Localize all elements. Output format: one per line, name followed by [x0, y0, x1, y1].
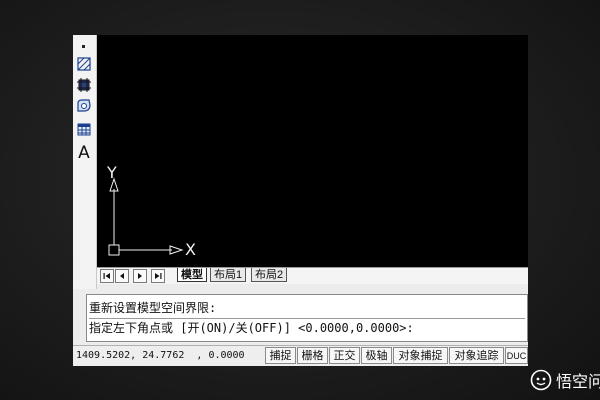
ucs-icon — [108, 177, 184, 256]
boundary-hatch-icon — [77, 77, 91, 92]
command-history-line: 重新设置模型空间界限: — [89, 299, 525, 319]
ucs-x-label: X — [185, 240, 196, 259]
last-tab-button[interactable] — [151, 269, 165, 283]
polar-toggle[interactable]: 极轴 — [361, 347, 392, 364]
draw-toolbar: A — [73, 35, 97, 289]
command-window[interactable]: 重新设置模型空间界限: 指定左下角点或 [开(ON)/关(OFF)] <0.00… — [86, 294, 528, 342]
watermark: 悟空问答 — [530, 366, 600, 394]
last-arrow-icon — [155, 273, 162, 279]
hatch-button[interactable] — [75, 55, 93, 72]
status-bar: 1409.5202, 24.7762 , 0.0000 捕捉 栅格 正交 极轴 … — [73, 345, 528, 366]
first-arrow-icon — [103, 273, 110, 279]
toolbar-grip[interactable] — [75, 38, 93, 55]
ucs-y-label: Y — [107, 163, 117, 182]
grid-toggle[interactable]: 栅格 — [297, 347, 328, 364]
multiline-text-button[interactable]: A — [75, 142, 93, 164]
multiline-text-icon: A — [78, 143, 90, 163]
cursor-coordinates[interactable]: 1409.5202, 24.7762 , 0.0000 — [76, 348, 245, 364]
ortho-toggle[interactable]: 正交 — [329, 347, 360, 364]
tab-layout2[interactable]: 布局2 — [251, 268, 288, 282]
tab-model[interactable]: 模型 — [177, 268, 207, 282]
hatch-icon — [77, 56, 91, 71]
object-tracking-toggle[interactable]: 对象追踪 — [449, 347, 504, 364]
layout-tab-strip: 模型 布局1 布局2 — [97, 267, 528, 284]
command-prompt-line[interactable]: 指定左下角点或 [开(ON)/关(OFF)] <0.0000,0.0000>: — [89, 319, 525, 338]
right-arrow-icon — [138, 273, 142, 279]
wukong-logo-icon — [530, 369, 552, 391]
cad-application-window: A Y X 模型 布局1 布局2 重新设置模型空间界限: 指定左下角点或 [开(… — [73, 35, 528, 366]
watermark-text: 悟空问答 — [556, 374, 600, 391]
region-icon — [77, 98, 91, 112]
next-tab-button[interactable] — [133, 269, 147, 283]
snap-toggle[interactable]: 捕捉 — [265, 347, 296, 364]
ducs-toggle[interactable]: DUC — [505, 347, 528, 364]
table-button[interactable] — [75, 120, 93, 137]
object-snap-toggle[interactable]: 对象捕捉 — [393, 347, 448, 364]
first-tab-button[interactable] — [100, 269, 114, 283]
left-arrow-icon — [120, 273, 124, 279]
previous-tab-button[interactable] — [115, 269, 129, 283]
boundary-hatch-button[interactable] — [75, 76, 93, 93]
tab-layout1[interactable]: 布局1 — [210, 268, 247, 282]
region-button[interactable] — [75, 97, 93, 114]
small-square-icon — [82, 44, 85, 48]
drawing-area[interactable]: Y X — [97, 35, 528, 267]
table-icon — [77, 123, 91, 135]
